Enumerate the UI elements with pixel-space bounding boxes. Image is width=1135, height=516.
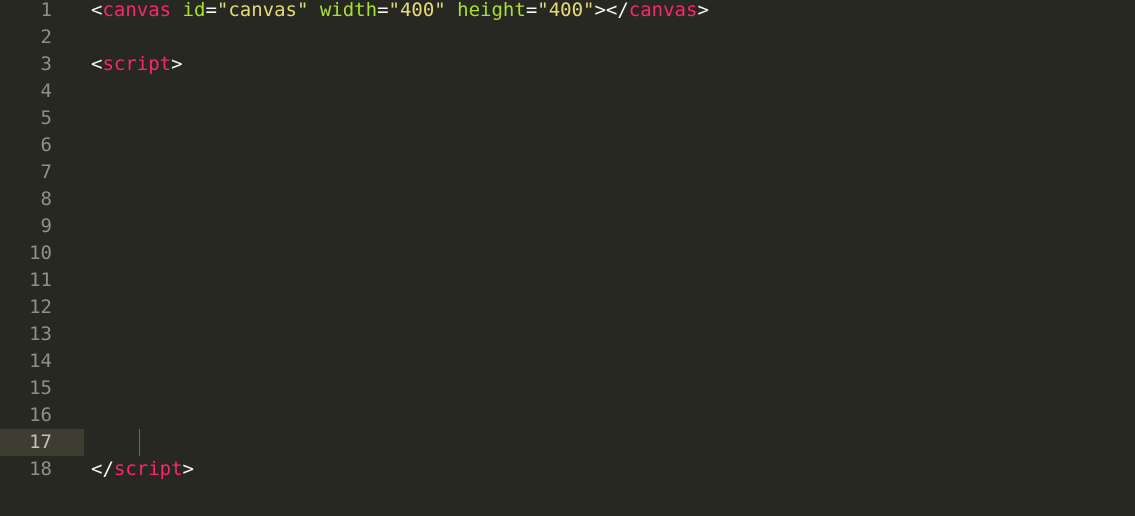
code-line[interactable]: 4 (0, 78, 1135, 105)
line-number: 16 (29, 404, 52, 426)
line-number: 3 (40, 53, 52, 75)
line-code[interactable]: <script> (91, 51, 183, 78)
line-number: 4 (40, 80, 52, 102)
code-tag-name: script (113, 458, 183, 480)
line-number: 11 (29, 269, 52, 291)
code-line[interactable]: 7 (0, 159, 1135, 186)
line-number: 1 (40, 0, 52, 21)
code-punctuation: </ (91, 458, 114, 480)
code-line[interactable]: 12 (0, 294, 1135, 321)
code-punctuation: = (205, 0, 217, 21)
code-punctuation (308, 0, 319, 21)
code-line[interactable]: 13 (0, 321, 1135, 348)
line-number: 8 (40, 188, 52, 210)
line-code[interactable]: </script> (91, 456, 194, 483)
code-line[interactable]: 6 (0, 132, 1135, 159)
code-line[interactable]: 11 (0, 267, 1135, 294)
line-number: 5 (40, 107, 52, 129)
code-line[interactable]: 9 (0, 213, 1135, 240)
code-string: "400" (388, 0, 446, 21)
line-number: 17 (29, 431, 52, 453)
code-line[interactable]: 17 (0, 429, 1135, 456)
code-line[interactable]: 3 <script> (0, 51, 1135, 78)
code-line[interactable]: 1 <canvas id="canvas" width="400" height=… (0, 0, 1135, 24)
code-line[interactable]: 10 (0, 240, 1135, 267)
code-attribute-name: width (319, 0, 378, 21)
code-punctuation: > (171, 53, 183, 75)
code-tag-name: canvas (628, 0, 698, 21)
code-attribute-name: id (182, 0, 206, 21)
code-punctuation: > (697, 0, 709, 21)
code-punctuation: < (91, 0, 103, 21)
code-string: "400" (537, 0, 595, 21)
code-line[interactable]: 2 (0, 24, 1135, 51)
line-number: 12 (29, 296, 52, 318)
code-line[interactable]: 8 (0, 186, 1135, 213)
line-number: 14 (29, 350, 52, 372)
line-code[interactable]: <canvas id="canvas" width="400" height="… (91, 0, 709, 24)
code-punctuation (171, 0, 182, 21)
text-cursor (139, 429, 140, 456)
line-number: 18 (29, 458, 52, 480)
code-string: "canvas" (216, 0, 309, 21)
line-number: 15 (29, 377, 52, 399)
line-number: 9 (40, 215, 52, 237)
code-line[interactable]: 14 (0, 348, 1135, 375)
code-tag-name: canvas (102, 0, 172, 21)
code-tag-name: script (102, 53, 172, 75)
line-number: 13 (29, 323, 52, 345)
code-line[interactable]: 16 (0, 402, 1135, 429)
code-line[interactable]: 18 </script> (0, 456, 1135, 483)
code-punctuation: = (377, 0, 389, 21)
code-punctuation: ></ (594, 0, 629, 21)
code-line[interactable]: 5 (0, 105, 1135, 132)
code-punctuation: > (182, 458, 194, 480)
code-editor[interactable]: 1 <canvas id="canvas" width="400" height=… (0, 0, 1135, 516)
code-line[interactable]: 15 (0, 375, 1135, 402)
code-punctuation: = (525, 0, 538, 21)
code-punctuation: < (91, 53, 103, 75)
code-attribute-name: height (457, 0, 526, 21)
line-number: 10 (29, 242, 52, 264)
code-punctuation (446, 0, 457, 21)
line-number: 2 (40, 26, 52, 48)
line-number: 6 (40, 134, 52, 156)
line-number: 7 (40, 161, 52, 183)
